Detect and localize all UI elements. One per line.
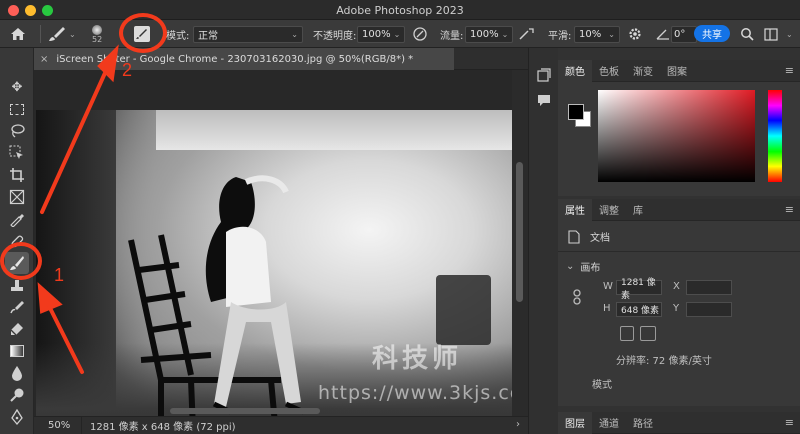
annotation-label-2: 2 bbox=[122, 60, 133, 80]
annotation-arrows bbox=[37, 44, 119, 374]
annotation-label-1: 1 bbox=[54, 265, 65, 285]
